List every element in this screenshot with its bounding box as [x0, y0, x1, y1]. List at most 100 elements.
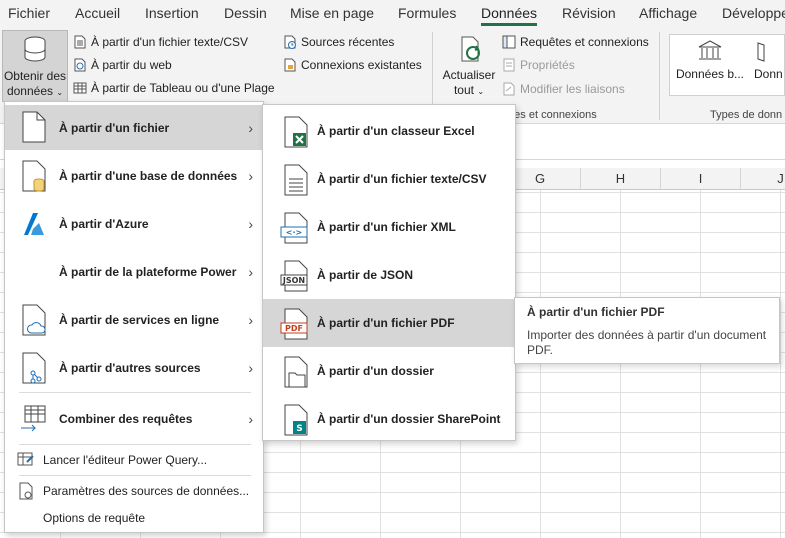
chevron-right-icon: › — [248, 216, 253, 232]
tab-fichier[interactable]: Fichier — [8, 5, 50, 21]
existing-connections-button[interactable]: Connexions existantes — [283, 58, 422, 72]
submenu-item-pdf[interactable]: PDF À partir d'un fichier PDF — [263, 299, 515, 347]
menu-item-from-power-platform-label: À partir de la plateforme Power — [59, 265, 237, 279]
menu-item-from-other-sources[interactable]: À partir d'autres sources › — [5, 345, 263, 391]
from-web-label: À partir du web — [91, 58, 172, 72]
menu-item-data-source-settings[interactable]: Paramètres des sources de données... — [5, 478, 263, 504]
clock-icon — [284, 35, 296, 49]
chevron-right-icon: › — [248, 360, 253, 376]
menu-item-from-database-label: À partir d'une base de données — [59, 169, 238, 183]
menu-item-from-other-sources-label: À partir d'autres sources — [59, 361, 201, 375]
tab-developpeur[interactable]: Développe — [722, 5, 785, 21]
azure-icon — [24, 213, 44, 235]
text-file-icon — [284, 164, 308, 196]
from-web-button[interactable]: À partir du web — [73, 58, 172, 72]
settings-file-icon — [19, 482, 33, 500]
tab-mise-en-page[interactable]: Mise en page — [290, 5, 374, 21]
submenu-item-excel-workbook[interactable]: À partir d'un classeur Excel — [263, 107, 515, 155]
refresh-all-button[interactable]: Actualiser tout ⌄ — [438, 34, 500, 102]
tab-insertion[interactable]: Insertion — [145, 5, 199, 21]
from-table-range-button[interactable]: À partir de Tableau ou d'une Plage — [73, 81, 275, 95]
chevron-right-icon: › — [248, 312, 253, 328]
pdf-file-icon: PDF — [280, 308, 308, 340]
menu-item-from-online-services[interactable]: À partir de services en ligne › — [5, 297, 263, 343]
menu-item-from-azure[interactable]: À partir d'Azure › — [5, 201, 263, 247]
menu-item-query-options-label: Options de requête — [43, 511, 146, 525]
chevron-right-icon: › — [248, 119, 253, 136]
submenu-item-folder-label: À partir d'un dossier — [317, 364, 434, 378]
bank-icon — [698, 40, 722, 60]
submenu-item-xml[interactable]: <·> À partir d'un fichier XML — [263, 203, 515, 251]
properties-button[interactable]: Propriétés — [502, 58, 575, 72]
file-icon — [22, 111, 46, 143]
ribbon-tabs: Fichier Accueil Insertion Dessin Mise en… — [0, 0, 785, 28]
edit-links-button[interactable]: Modifier les liaisons — [502, 82, 625, 96]
json-badge-text: JSON — [282, 276, 305, 285]
queries-connections-label: Requêtes et connexions — [520, 35, 649, 49]
tab-donnees[interactable]: Données — [481, 5, 538, 26]
properties-icon — [503, 58, 515, 72]
geography-button[interactable]: Donn — [754, 39, 785, 82]
submenu-item-json[interactable]: JSON À partir de JSON — [263, 251, 515, 299]
tooltip-title: À partir d'un fichier PDF — [527, 305, 665, 319]
recent-sources-button[interactable]: Sources récentes — [283, 35, 394, 49]
refresh-all-label-1: Actualiser — [442, 68, 496, 82]
menu-item-from-power-platform[interactable]: À partir de la plateforme Power › — [5, 249, 263, 295]
menu-item-combine-queries[interactable]: Combiner des requêtes › — [5, 394, 263, 444]
submenu-item-text-csv[interactable]: À partir d'un fichier texte/CSV — [263, 155, 515, 203]
stocks-button[interactable]: Données b... — [672, 39, 748, 82]
group-label-types: Types de donn — [710, 109, 783, 121]
database-file-icon — [22, 160, 46, 192]
column-header-j[interactable]: J — [741, 168, 785, 190]
queries-connections-button[interactable]: Requêtes et connexions — [502, 35, 649, 49]
tab-revision[interactable]: Révision — [562, 5, 616, 21]
menu-item-launch-power-query-label: Lancer l'éditeur Power Query... — [43, 453, 208, 467]
sharepoint-badge-text: S — [296, 424, 302, 434]
tab-accueil[interactable]: Accueil — [75, 5, 120, 21]
get-data-label-2: données ⌄ — [3, 84, 67, 100]
refresh-all-label-2: tout ⌄ — [438, 83, 500, 99]
submenu-item-pdf-label: À partir d'un fichier PDF — [317, 316, 455, 330]
get-data-menu: À partir d'un fichier › À partir d'une b… — [4, 101, 264, 533]
get-data-label-1: Obtenir des — [3, 69, 67, 83]
submenu-item-sharepoint-folder[interactable]: S À partir d'un dossier SharePoint — [263, 395, 515, 443]
properties-label: Propriétés — [520, 58, 575, 72]
menu-item-data-source-settings-label: Paramètres des sources de données... — [43, 484, 250, 498]
menu-item-from-file[interactable]: À partir d'un fichier › — [5, 105, 263, 150]
refresh-icon — [461, 36, 480, 62]
tab-dessin[interactable]: Dessin — [224, 5, 267, 21]
tab-formules[interactable]: Formules — [398, 5, 456, 21]
power-query-icon — [17, 452, 34, 466]
pdf-badge-text: PDF — [285, 324, 303, 333]
recent-sources-label: Sources récentes — [301, 35, 395, 49]
submenu-item-json-label: À partir de JSON — [317, 268, 414, 282]
from-text-csv-button[interactable]: À partir d'un fichier texte/CSV — [73, 35, 248, 49]
get-data-button[interactable]: Obtenir des données ⌄ — [2, 30, 68, 102]
menu-item-query-options[interactable]: Options de requête — [5, 505, 263, 531]
map-icon — [757, 42, 765, 62]
sharepoint-folder-icon: S — [284, 404, 308, 436]
edit-links-label: Modifier les liaisons — [520, 82, 625, 96]
menu-item-from-database[interactable]: À partir d'une base de données › — [5, 153, 263, 199]
text-file-icon — [74, 35, 86, 49]
queries-icon — [502, 35, 516, 49]
chevron-right-icon: › — [248, 168, 253, 184]
column-header-i[interactable]: I — [661, 168, 741, 190]
menu-item-launch-power-query[interactable]: Lancer l'éditeur Power Query... — [5, 447, 263, 473]
chevron-down-icon: ⌄ — [56, 88, 64, 97]
xml-file-icon: <·> — [280, 212, 308, 244]
data-types-gallery: Données b... Donn — [669, 34, 785, 96]
json-file-icon: JSON — [280, 260, 308, 292]
submenu-item-folder[interactable]: À partir d'un dossier — [263, 347, 515, 395]
geography-label: Donn — [754, 67, 783, 81]
column-header-h[interactable]: H — [581, 168, 661, 190]
menu-item-from-file-label: À partir d'un fichier — [59, 120, 170, 135]
database-icon — [24, 36, 46, 62]
web-file-icon — [74, 58, 86, 72]
submenu-item-text-csv-label: À partir d'un fichier texte/CSV — [317, 172, 487, 186]
from-file-submenu: À partir d'un classeur Excel À partir d'… — [262, 104, 516, 441]
tab-affichage[interactable]: Affichage — [639, 5, 697, 21]
submenu-item-sharepoint-folder-label: À partir d'un dossier SharePoint — [317, 412, 501, 426]
chevron-right-icon: › — [248, 264, 253, 280]
cloud-file-icon — [22, 304, 46, 336]
